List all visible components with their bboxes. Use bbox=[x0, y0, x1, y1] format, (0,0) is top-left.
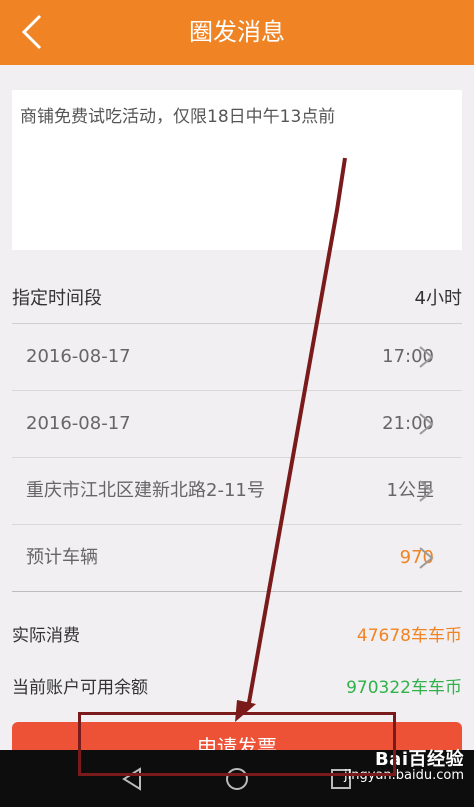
start-date-row[interactable]: 2016-08-17 17:00 bbox=[12, 324, 462, 390]
actual-cost-label: 实际消费 bbox=[12, 625, 80, 646]
time-section-header: 指定时间段 4小时 bbox=[12, 280, 462, 314]
annotation-highlight-box bbox=[78, 712, 396, 776]
time-section-value: 4小时 bbox=[414, 288, 462, 309]
section-divider bbox=[12, 591, 462, 592]
chevron-right-icon bbox=[419, 413, 434, 435]
vehicles-row[interactable]: 预计车辆 970 bbox=[12, 525, 462, 591]
chevron-right-icon bbox=[419, 346, 434, 368]
actual-cost-value: 47678车车币 bbox=[356, 625, 462, 646]
chevron-right-icon bbox=[419, 480, 434, 502]
message-textarea[interactable]: 商铺免费试吃活动，仅限18日中午13点前 bbox=[12, 90, 462, 250]
page-title: 圈发消息 bbox=[189, 18, 285, 46]
start-date-value: 2016-08-17 bbox=[26, 346, 131, 367]
header-bar: 圈发消息 bbox=[0, 0, 474, 65]
location-value: 重庆市江北区建新北路2-11号 bbox=[26, 480, 265, 501]
end-date-value: 2016-08-17 bbox=[26, 413, 131, 434]
time-section-label: 指定时间段 bbox=[12, 288, 102, 309]
location-row[interactable]: 重庆市江北区建新北路2-11号 1公里 bbox=[12, 458, 462, 524]
balance-row: 当前账户可用余额 970322车车币 bbox=[12, 670, 462, 700]
balance-value: 970322车车币 bbox=[346, 677, 462, 698]
vehicles-label: 预计车辆 bbox=[26, 547, 98, 568]
balance-label: 当前账户可用余额 bbox=[12, 677, 148, 698]
end-date-row[interactable]: 2016-08-17 21:00 bbox=[12, 391, 462, 457]
message-text: 商铺免费试吃活动，仅限18日中午13点前 bbox=[20, 107, 336, 127]
actual-cost-row: 实际消费 47678车车币 bbox=[12, 618, 462, 648]
chevron-right-icon bbox=[419, 547, 434, 569]
